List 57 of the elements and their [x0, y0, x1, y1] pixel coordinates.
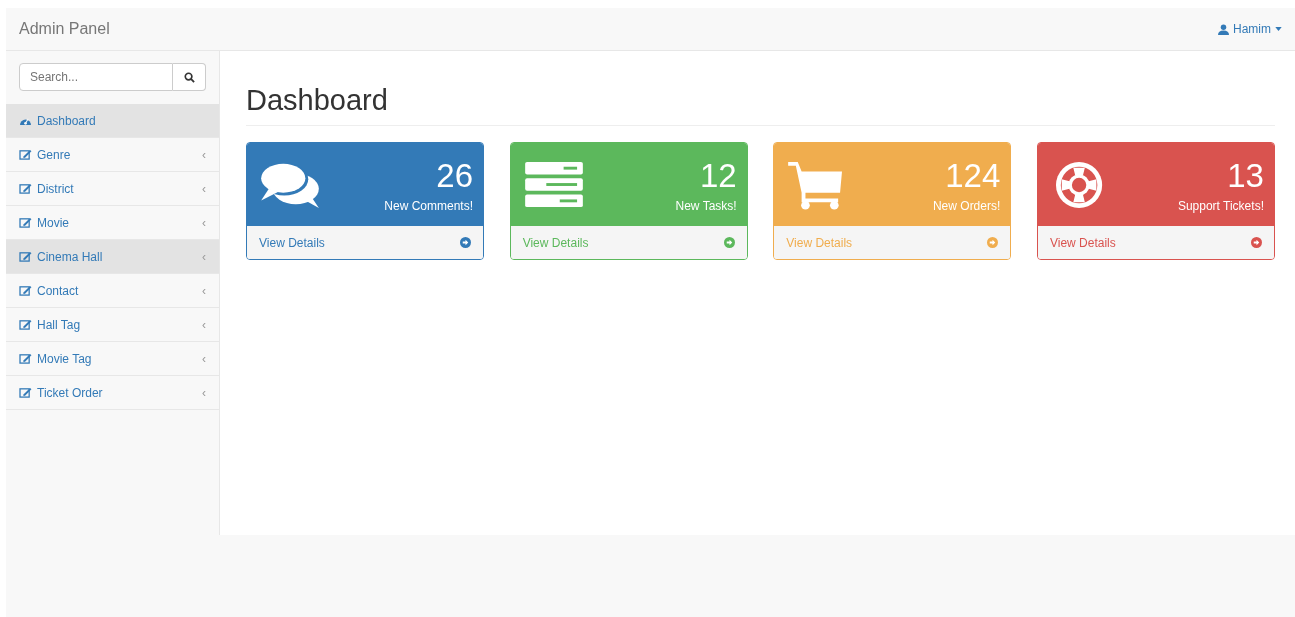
arrow-circle-icon [723, 237, 735, 248]
stat-label: New Comments! [384, 198, 473, 213]
item-label: Dashboard [37, 113, 97, 128]
item-label: Contact [37, 283, 80, 298]
sidebar-item[interactable]: Movie Tag ‹ [6, 342, 219, 376]
stat-count: 26 [436, 156, 473, 195]
edit-icon [19, 251, 32, 262]
stat-label: New Orders! [932, 198, 1001, 213]
edit-icon [19, 353, 32, 364]
stat-label: New Tasks! [675, 198, 737, 213]
search-field[interactable]: Search... [19, 63, 173, 91]
chevron-icon: ‹ [202, 385, 206, 400]
chevron-icon: ‹ [202, 283, 206, 298]
sidebar-item[interactable]: Ticket Order ‹ [6, 376, 219, 410]
chevron-icon: ‹ [202, 249, 206, 264]
chevron-icon: ‹ [202, 317, 206, 332]
sidebar-item[interactable]: Hall Tag ‹ [6, 308, 219, 342]
search-icon [183, 71, 195, 83]
view-details-link[interactable]: View Details [510, 226, 747, 259]
server-icon [522, 159, 585, 210]
item-label: District [37, 181, 75, 196]
chevron-icon: ‹ [202, 147, 206, 162]
chevron-icon: ‹ [202, 215, 206, 230]
arrow-circle-icon [987, 237, 999, 248]
stat-label: Support Tickets! [1177, 198, 1264, 213]
arrow-circle-icon [460, 237, 471, 248]
item-label: Movie Tag [37, 351, 93, 366]
sidebar-item[interactable]: Genre ‹ [6, 138, 219, 172]
item-label: Cinema Hall [37, 249, 104, 264]
view-details-link[interactable]: View Details [247, 226, 483, 259]
brand-title[interactable]: Admin Panel [19, 20, 110, 38]
chevron-icon: ‹ [202, 181, 206, 196]
edit-icon [19, 387, 32, 398]
edit-icon [19, 149, 32, 160]
edit-icon [19, 217, 32, 228]
stat-count: 13 [1227, 156, 1264, 195]
view-details-link[interactable]: View Details [1037, 226, 1274, 259]
search-button[interactable] [173, 63, 206, 91]
arrow-circle-icon [1250, 237, 1262, 248]
item-label: Hall Tag [37, 317, 82, 332]
edit-icon [19, 319, 32, 330]
item-label: Ticket Order [37, 385, 104, 400]
sidebar-item[interactable]: Cinema Hall ‹ [6, 240, 219, 274]
edit-icon [19, 183, 32, 194]
user-menu[interactable]: Hamim [1218, 22, 1282, 36]
stat-count: 12 [699, 156, 737, 195]
stat-count: 124 [945, 156, 1001, 195]
edit-icon [19, 285, 32, 296]
caret-icon [1275, 27, 1282, 31]
chevron-icon: ‹ [202, 351, 206, 366]
sidebar-item[interactable]: District ‹ [6, 172, 219, 206]
sidebar-item[interactable]: Dashboard [6, 104, 219, 138]
item-label: Genre [37, 147, 72, 162]
page-title: Dashboard [246, 84, 1275, 126]
item-label: Movie [37, 215, 70, 230]
user-icon [1218, 23, 1229, 35]
sidebar-item[interactable]: Contact ‹ [6, 274, 219, 308]
